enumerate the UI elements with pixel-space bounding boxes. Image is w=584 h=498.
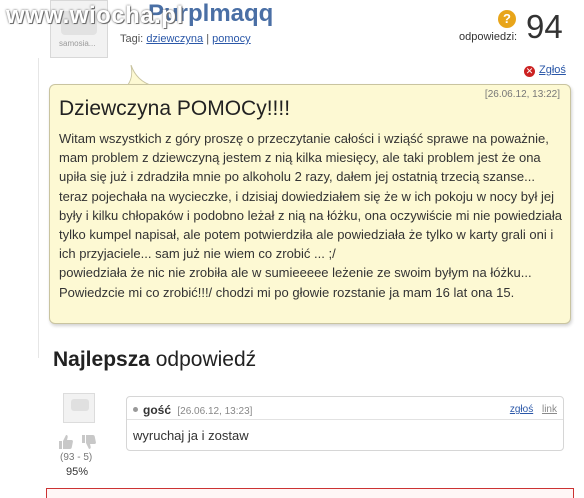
question-title: Dziewczyna POMOCy!!!!	[59, 97, 291, 120]
tags-label: Tagi:	[120, 33, 144, 45]
question-date: [26.06.12, 13:22]	[484, 89, 560, 100]
left-divider	[38, 58, 39, 358]
answer-avatar-placeholder-icon	[71, 399, 89, 411]
answer-text: wyruchaj ja i zostaw	[133, 428, 249, 443]
report-x-icon: ✕	[524, 66, 535, 77]
question-bubble: [26.06.12, 13:22] Dziewczyna POMOCy!!!! …	[49, 84, 571, 324]
answer-actions: zgłoś link	[504, 404, 557, 415]
tag-link-pomocy[interactable]: pomocy	[212, 33, 251, 45]
avatar-label: samosia...	[59, 39, 96, 48]
answers-count: 94	[526, 8, 563, 45]
answer-avatar[interactable]	[63, 393, 95, 423]
report-question-link[interactable]: Zgłoś	[539, 64, 566, 76]
answer-permalink[interactable]: link	[542, 404, 557, 415]
question-mark-icon: ?	[498, 10, 516, 28]
answer-divider	[127, 419, 563, 420]
best-answer-heading-bold: Najlepsza	[53, 348, 150, 371]
report-question: ✕ Zgłoś	[524, 64, 566, 77]
tag-separator: |	[206, 33, 210, 45]
question-tags: Tagi: dziewczyna | pomocy	[120, 33, 251, 45]
vote-tally: (93 - 5)	[60, 452, 93, 463]
tag-link-dziewczyna[interactable]: dziewczyna	[146, 33, 203, 45]
answer-author: gość	[143, 403, 172, 417]
question-body: Witam wszystkich z góry proszę o przeczy…	[59, 131, 562, 300]
best-answer-heading-rest: odpowiedź	[155, 348, 257, 371]
best-answer-heading: Najlepsza odpowiedź	[53, 348, 256, 372]
bullet-icon	[133, 407, 138, 412]
answer-date: [26.06.12, 13:23]	[177, 406, 253, 417]
thumb-up-icon[interactable]	[57, 433, 75, 451]
vote-percent: 95%	[66, 466, 89, 478]
answers-count-label: odpowiedzi:	[459, 31, 518, 43]
answer-header: gość [26.06.12, 13:23]	[133, 403, 252, 417]
site-watermark: www.wiocha.pl	[6, 2, 184, 29]
thumb-down-icon[interactable]	[80, 433, 98, 451]
report-answer-link[interactable]: zgłoś	[510, 404, 533, 415]
best-answer-box: gość [26.06.12, 13:23] zgłoś link wyruch…	[126, 396, 564, 451]
